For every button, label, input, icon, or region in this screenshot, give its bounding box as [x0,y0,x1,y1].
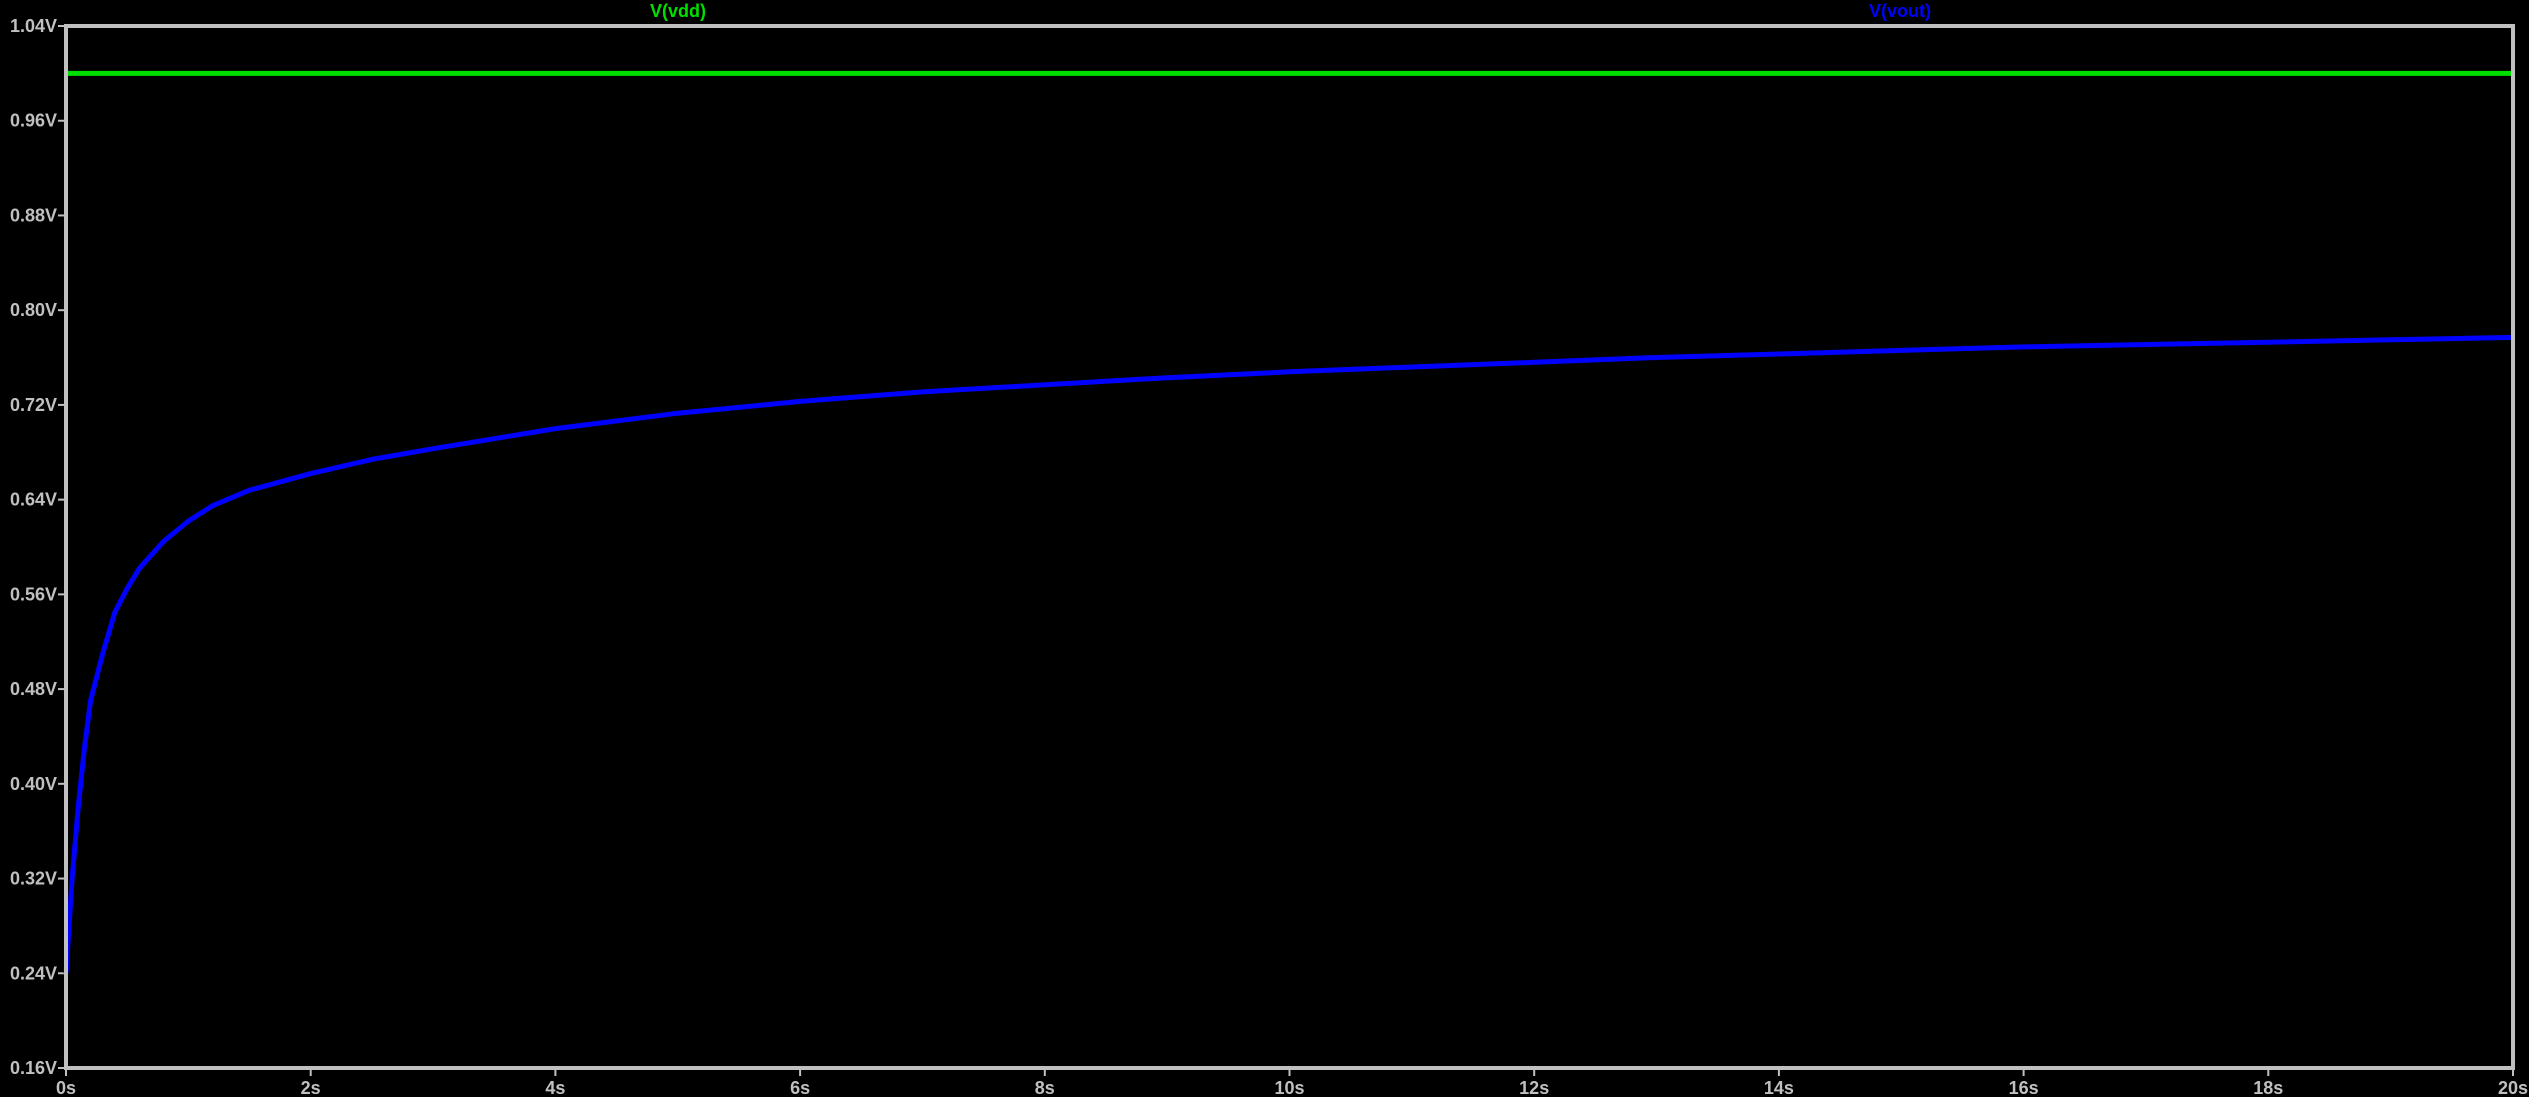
y-tick-label: 0.96V [10,111,57,131]
y-tick-label: 0.88V [10,205,57,225]
x-tick-label: 6s [790,1078,810,1097]
x-tick-label: 10s [1274,1078,1304,1097]
y-tick-label: 0.80V [10,300,57,320]
legend-label-1[interactable]: V(vout) [1869,1,1931,21]
y-tick-label: 0.64V [10,490,57,510]
transient-plot: 0.16V 0.24V 0.32V 0.40V 0.48V 0.56V 0.64V 0.72V… [0,0,2529,1097]
x-tick-label: 8s [1035,1078,1055,1097]
y-tick-label: 0.72V [10,395,57,415]
y-tick-label: 0.48V [10,679,57,699]
y-tick-label: 0.40V [10,774,57,794]
legend-label-0[interactable]: V(vdd) [650,1,706,21]
y-tick-label: 1.04V [10,16,57,36]
y-tick-label: 0.56V [10,584,57,604]
x-tick-label: 0s [56,1078,76,1097]
x-tick-label: 4s [545,1078,565,1097]
plot-background [0,0,2529,1097]
x-tick-label: 20s [2498,1078,2528,1097]
x-tick-label: 18s [2253,1078,2283,1097]
y-tick-label: 0.24V [10,963,57,983]
x-tick-label: 2s [301,1078,321,1097]
x-tick-label: 16s [2009,1078,2039,1097]
y-tick-label: 0.32V [10,869,57,889]
x-tick-label: 12s [1519,1078,1549,1097]
y-tick-label: 0.16V [10,1058,57,1078]
x-tick-label: 14s [1764,1078,1794,1097]
